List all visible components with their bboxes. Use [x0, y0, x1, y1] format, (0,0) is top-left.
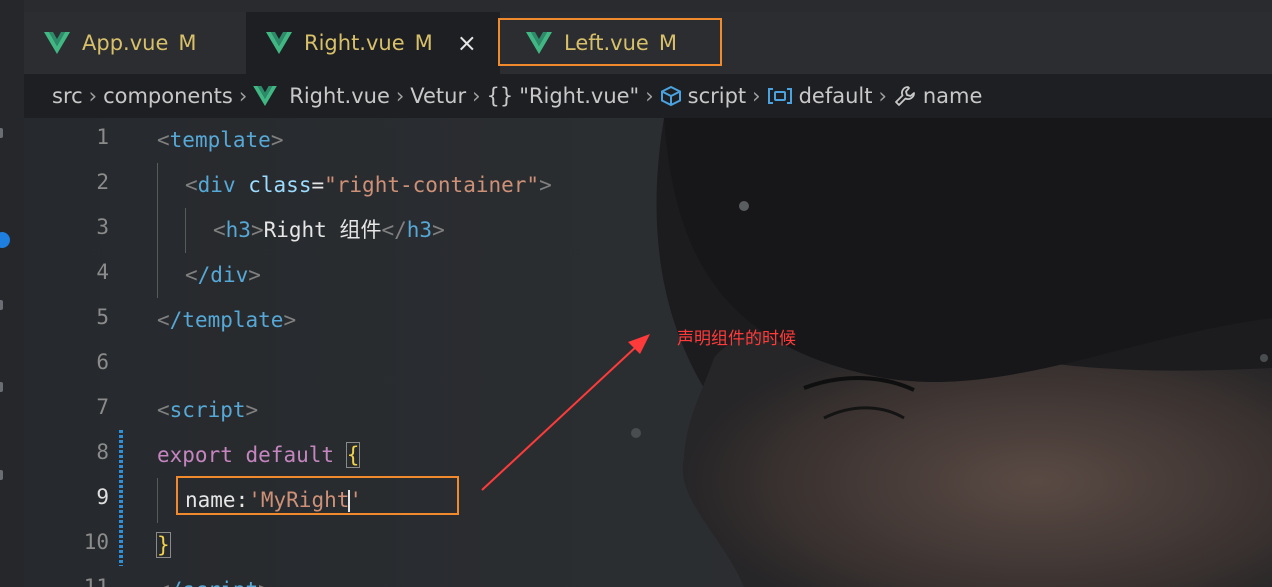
code-token: default: [245, 443, 335, 467]
breadcrumb-label: default: [798, 84, 873, 108]
annotation-note: 声明组件的时候: [677, 329, 796, 349]
activity-bar-item[interactable]: [0, 470, 3, 480]
line-number: 1: [96, 125, 109, 149]
annotation-box-name-line: [176, 476, 459, 515]
chevron-right-icon: ›: [472, 84, 481, 108]
code-token: template: [169, 128, 271, 152]
breadcrumb-item-vetur[interactable]: Vetur: [410, 84, 466, 108]
breadcrumb-item-components[interactable]: components: [103, 84, 233, 108]
git-modified-indicator: [119, 430, 123, 566]
code-line-2: <div class="right-container">: [185, 173, 552, 197]
line-number-gutter: 1 2 3 4 5 6 7 8 9 10 11: [24, 118, 134, 587]
vue-icon: [44, 32, 70, 54]
code-line-3: <h3>Right 组件</h3>: [213, 218, 445, 242]
line-number: 8: [96, 440, 109, 464]
tab-modified-badge: M: [414, 31, 433, 55]
code-line-7: <script>: [157, 398, 259, 422]
tab-modified-badge: M: [178, 31, 197, 55]
breadcrumb: src › components › Right.vue › Vetur › {…: [24, 74, 1272, 118]
breadcrumb-item-module[interactable]: {} "Right.vue": [487, 84, 640, 108]
chevron-right-icon: ›: [238, 84, 248, 108]
breadcrumb-label: Right.vue: [289, 84, 390, 108]
braces-icon: {}: [486, 84, 514, 108]
chevron-right-icon: ›: [395, 84, 405, 108]
breadcrumb-label: script: [687, 84, 747, 108]
activity-bar: [0, 0, 24, 587]
breadcrumb-item-file[interactable]: Right.vue: [253, 84, 390, 108]
code-token: "right-container": [324, 173, 540, 197]
breadcrumb-item-script[interactable]: script: [660, 84, 747, 108]
line-number: 6: [96, 350, 109, 374]
code-token: h3: [406, 218, 433, 242]
breadcrumb-label: "Right.vue": [519, 84, 640, 108]
code-token: class: [248, 173, 312, 197]
code-line-4: </div>: [185, 263, 261, 287]
code-line-1: <template>: [157, 128, 284, 152]
tab-label: App.vue: [82, 31, 169, 55]
tab-app-vue[interactable]: App.vue M: [24, 12, 244, 74]
chevron-right-icon: ›: [878, 84, 887, 108]
indent-guide: [157, 163, 158, 298]
chevron-right-icon: ›: [645, 84, 654, 108]
line-number: 4: [96, 260, 109, 284]
title-strip: [24, 0, 1272, 12]
code-line-5: </template>: [157, 308, 297, 332]
breadcrumb-item-name[interactable]: name: [893, 84, 983, 108]
tab-label: Right.vue: [304, 31, 405, 55]
chevron-right-icon: ›: [88, 84, 98, 108]
activity-bar-item[interactable]: [0, 382, 3, 392]
breadcrumb-item-default[interactable]: default: [767, 84, 873, 108]
line-number: 10: [83, 530, 109, 554]
breadcrumb-item-src[interactable]: src: [52, 84, 83, 108]
activity-badge[interactable]: [0, 232, 10, 248]
vue-icon: [253, 86, 278, 106]
code-token: {: [345, 442, 361, 468]
annotation-box-left-tab: [498, 18, 722, 66]
activity-bar-item[interactable]: [0, 128, 3, 138]
close-icon[interactable]: ×: [457, 29, 477, 57]
code-editor[interactable]: 1 2 3 4 5 6 7 8 9 10 11 <template> <div …: [24, 118, 1272, 587]
code-token: div: [197, 173, 236, 197]
indent-guide: [157, 478, 158, 523]
code-line-8: export default {: [157, 433, 361, 478]
line-number: 2: [96, 170, 109, 194]
chevron-right-icon: ›: [752, 84, 761, 108]
indent-guide: [185, 208, 186, 253]
vue-icon: [266, 32, 292, 54]
line-number: 7: [96, 395, 109, 419]
code-token: /template: [169, 308, 284, 332]
code-token: /div: [197, 263, 249, 287]
code-token: }: [156, 532, 171, 558]
activity-bar-item[interactable]: [0, 300, 3, 310]
code-token: h3: [225, 218, 251, 242]
variable-icon: [767, 88, 792, 104]
wrench-icon: [894, 86, 915, 106]
line-number: 3: [96, 215, 109, 239]
code-token: Right 组件: [263, 218, 382, 242]
code-token: script: [169, 398, 246, 422]
line-number-active: 9: [96, 485, 109, 509]
tab-right-vue[interactable]: Right.vue M ×: [246, 12, 500, 74]
code-line-10: }: [156, 523, 171, 568]
code-line-11: </script>: [157, 568, 271, 587]
breadcrumb-label: name: [922, 84, 983, 108]
line-number: 5: [96, 305, 109, 329]
line-number: 11: [83, 575, 109, 587]
cube-icon: [660, 85, 681, 107]
code-token: /script: [170, 578, 259, 587]
code-token: export: [157, 443, 233, 467]
